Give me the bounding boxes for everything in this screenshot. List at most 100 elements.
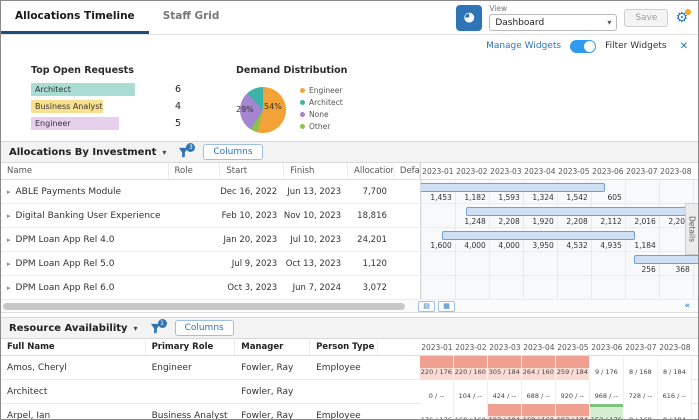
resource-row[interactable]: Amos, CherylEngineerFowler, RayEmployee2…	[1, 356, 698, 380]
availability-cell[interactable]: 616 / --	[658, 380, 692, 404]
legend-item: Architect	[300, 98, 343, 107]
expand-caret-icon[interactable]: ▸	[7, 212, 11, 220]
tab-staff-grid[interactable]: Staff Grid	[149, 1, 234, 34]
allocation-row[interactable]: ▸DPM Loan App Rel 5.0Jul 9, 2023Oct 13, …	[1, 252, 698, 276]
filter-button[interactable]: 1	[150, 323, 161, 334]
availability-cell[interactable]: 424 / --	[488, 380, 522, 404]
availability-cell[interactable]: 160 / 160	[454, 404, 488, 420]
filter-widgets-toggle[interactable]	[570, 40, 596, 53]
availability-cell[interactable]: 9 / 176	[590, 356, 624, 380]
expand-caret-icon[interactable]: ▸	[7, 260, 11, 268]
column-header-person-type[interactable]: Person Type	[310, 339, 378, 355]
expand-caret-icon[interactable]: ▸	[7, 284, 11, 292]
collapse-icon[interactable]: «	[684, 301, 690, 311]
column-header-manager[interactable]: Manager	[235, 339, 310, 355]
allocation-timeline-cell[interactable]	[420, 276, 698, 299]
expand-caret-icon[interactable]: ▸	[7, 236, 11, 244]
expand-caret-icon[interactable]: ▸	[7, 188, 11, 196]
availability-cell[interactable]: 8 / 184	[658, 356, 692, 380]
columns-button[interactable]: Columns	[203, 144, 262, 160]
availability-value: 688 / --	[522, 392, 555, 400]
view-select[interactable]: Dashboard ▾	[489, 14, 617, 31]
gantt-bar[interactable]	[634, 255, 698, 264]
columns-button[interactable]: Columns	[175, 320, 234, 336]
tab-allocations-timeline[interactable]: Allocations Timeline	[1, 1, 149, 34]
column-header-role[interactable]: Role	[169, 163, 221, 179]
resource-row[interactable]: ArchitectFowler, Ray0 / --104 / --424 / …	[1, 380, 698, 404]
availability-value: 259 / 184	[556, 368, 589, 376]
availability-cell[interactable]: 220 / 176	[420, 356, 454, 380]
column-header-name[interactable]: Name	[1, 163, 169, 179]
availability-cell[interactable]: 8 / 184	[658, 404, 692, 420]
allocation-timeline-cell[interactable]: 256368	[420, 252, 698, 275]
resource-row[interactable]: Arpel, IanBusiness AnalystFowler, RayEmp…	[1, 404, 698, 420]
open-request-item[interactable]: Engineer5	[31, 117, 181, 132]
allocation-start-cell: Jan 20, 2023	[220, 228, 284, 251]
open-request-item[interactable]: Architect6	[31, 83, 181, 98]
availability-cell[interactable]: 220 / 160	[454, 356, 488, 380]
allocation-row[interactable]: ▸ABLE Payments ModuleDec 16, 2022Jun 13,…	[1, 180, 698, 204]
column-header-full-name[interactable]: Full Name	[1, 339, 146, 355]
timeline-value: 368	[659, 265, 690, 274]
allocation-role-cell	[169, 228, 221, 251]
availability-cell[interactable]: 8 / 168	[624, 356, 658, 380]
column-header-finish[interactable]: Finish	[284, 163, 348, 179]
availability-value: 264 / 160	[522, 368, 555, 376]
availability-cell[interactable]: 968 / --	[590, 380, 624, 404]
availability-cell[interactable]: 193 / 184	[488, 404, 522, 420]
availability-cell[interactable]: 305 / 184	[488, 356, 522, 380]
availability-cell[interactable]: 8 / 168	[624, 404, 658, 420]
details-tab[interactable]: Details	[685, 203, 698, 255]
allocation-timeline-cell[interactable]: 1,2482,2081,9202,2082,1122,0162,208	[420, 204, 698, 227]
save-button[interactable]: Save	[624, 9, 668, 27]
timeline-month-header: 2023-06	[591, 167, 625, 176]
request-label: Architect	[31, 85, 71, 94]
close-icon[interactable]: ✕	[680, 41, 688, 52]
grid-view-button[interactable]: ▤	[418, 301, 435, 312]
chevron-down-icon[interactable]: ▾	[134, 324, 138, 333]
resource-manager-cell: Fowler, Ray	[235, 404, 310, 420]
settings-button[interactable]: ⚙	[675, 10, 688, 26]
column-header-primary-role[interactable]: Primary Role	[146, 339, 236, 355]
allocation-row[interactable]: ▸Digital Banking User ExperienceFeb 10, …	[1, 204, 698, 228]
gantt-bar[interactable]	[420, 183, 606, 192]
allocation-timeline-cell[interactable]: 1,6004,0004,0003,9504,5324,9351,184	[420, 228, 698, 251]
manage-widgets-link[interactable]: Manage Widgets	[486, 41, 561, 51]
timeline-value: 605	[591, 193, 622, 202]
chart-view-button[interactable]: ◕	[456, 5, 482, 31]
availability-cell[interactable]: 264 / 160	[522, 356, 556, 380]
table-view-button[interactable]: ▦	[438, 301, 455, 312]
gantt-bar[interactable]	[442, 231, 635, 240]
availability-value: 728 / --	[624, 392, 657, 400]
allocation-row[interactable]: ▸DPM Loan App Rel 6.0Oct 3, 2023Jun 7, 2…	[1, 276, 698, 300]
allocation-total-cell: 24,201	[348, 228, 394, 251]
availability-cell[interactable]: 168 / 160	[522, 404, 556, 420]
availability-cell[interactable]: 193 / 184	[556, 404, 590, 420]
pie-slice-label: 29%	[236, 105, 254, 114]
timeline-month-header: 20	[693, 167, 698, 176]
availability-cell[interactable]: 728 / --	[624, 380, 658, 404]
column-header-allocation[interactable]: Allocation	[348, 163, 394, 179]
view-label: View	[489, 4, 617, 13]
availability-cell[interactable]: 259 / 184	[556, 356, 590, 380]
allocation-role-cell	[169, 276, 221, 299]
filter-button[interactable]: 3	[178, 147, 189, 158]
allocation-total-cell: 3,072	[348, 276, 394, 299]
scrollbar-thumb[interactable]	[3, 303, 405, 310]
availability-cell[interactable]: 688 / --	[522, 380, 556, 404]
availability-cell[interactable]: 920 / --	[556, 380, 590, 404]
availability-cell[interactable]: 0 / --	[420, 380, 454, 404]
column-header-start[interactable]: Start	[220, 163, 284, 179]
timeline-value: 4,935	[591, 241, 622, 250]
availability-cell[interactable]: 153 / 176	[590, 404, 624, 420]
column-header-default[interactable]: Default...	[394, 163, 420, 179]
gantt-bar[interactable]	[466, 207, 698, 216]
availability-cell[interactable]: 176 / 176	[420, 404, 454, 420]
availability-value: 9 / 176	[590, 368, 623, 376]
chevron-down-icon[interactable]: ▾	[162, 148, 166, 157]
legend-swatch-icon	[300, 124, 305, 129]
allocation-row[interactable]: ▸DPM Loan App Rel 4.0Jan 20, 2023Jul 10,…	[1, 228, 698, 252]
open-request-item[interactable]: Business Analyst4	[31, 100, 181, 115]
availability-cell[interactable]: 104 / --	[454, 380, 488, 404]
allocation-timeline-cell[interactable]: 1,4531,1821,5931,3241,542605	[420, 180, 698, 203]
